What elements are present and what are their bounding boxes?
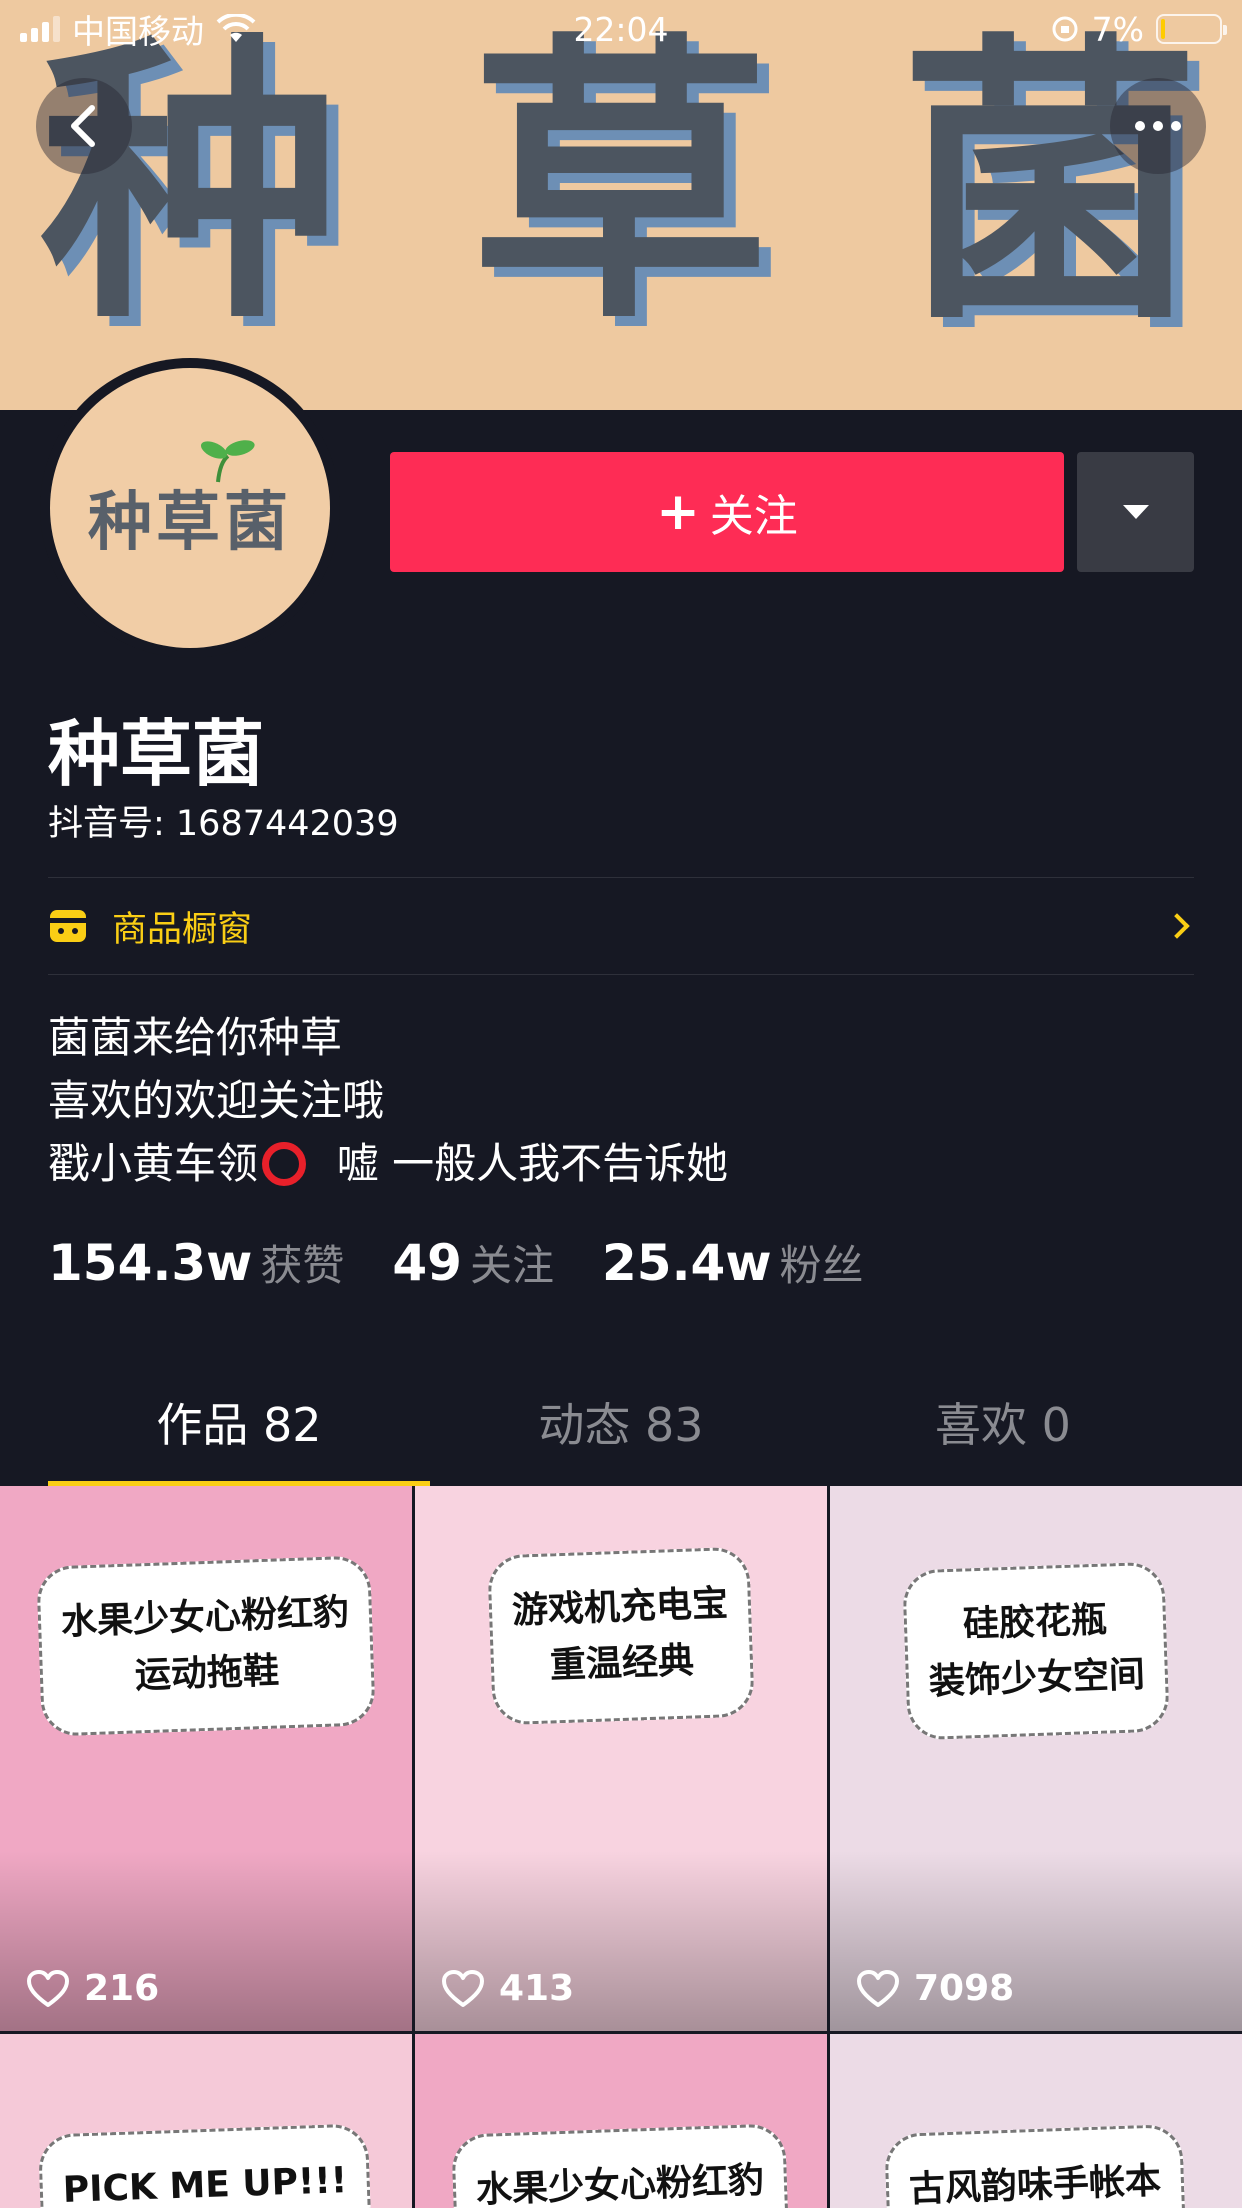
battery-percent: 7% bbox=[1091, 9, 1144, 49]
video-thumbnail[interactable]: PICK ME UP!!!森系帆布双肩包 bbox=[0, 2034, 412, 2208]
caption-line: 运动拖鞋 bbox=[134, 1650, 280, 1697]
caption-line: 装饰少女空间 bbox=[928, 1654, 1146, 1703]
orientation-lock-icon bbox=[1052, 16, 1078, 42]
back-button[interactable] bbox=[36, 78, 132, 174]
follow-label: 关注 bbox=[709, 491, 798, 542]
caption-line: 重温经典 bbox=[549, 1640, 695, 1687]
battery-level bbox=[1161, 19, 1166, 39]
wifi-icon bbox=[216, 14, 256, 42]
video-likes: 413 bbox=[415, 1851, 827, 2031]
signal-icon bbox=[20, 16, 60, 42]
sprout-icon bbox=[200, 440, 255, 483]
status-bar: 中国移动 22:04 7% bbox=[0, 0, 1242, 58]
video-caption: PICK ME UP!!!森系帆布双肩包 bbox=[37, 2123, 375, 2208]
profile-page: 种 草 菌 中国移动 22:04 7% 种草菌 + 关注 种草菌 抖音号: 16… bbox=[0, 0, 1242, 2208]
profile-banner: 种 草 菌 bbox=[0, 0, 1242, 410]
video-grid: 水果少女心粉红豹 运动拖鞋 216 游戏机充电宝 重温经典 413 硅胶花瓶 装饰少女空间 70… bbox=[0, 1486, 1242, 2208]
douyin-id: 抖音号: 1687442039 bbox=[48, 804, 399, 844]
avatar-text: 种草菌 bbox=[88, 486, 292, 560]
stat-label: 关注 bbox=[469, 1241, 554, 1290]
divider bbox=[48, 974, 1194, 975]
video-thumbnail[interactable]: 水果少女心粉红豹运动拖鞋 216 bbox=[0, 1486, 412, 2031]
avatar[interactable]: 种草菌 bbox=[40, 358, 340, 658]
stat-followers[interactable]: 25.4w 粉丝 bbox=[602, 1232, 864, 1293]
shop-icon bbox=[50, 910, 86, 942]
video-thumbnail[interactable]: 古风韵味手帐本记录生活点滴 bbox=[830, 2034, 1242, 2208]
video-thumbnail[interactable]: 游戏机充电宝 重温经典 413 bbox=[415, 1486, 827, 2031]
caption-line: 水果少女心粉红豹 bbox=[60, 1592, 350, 1644]
tab-likes[interactable]: 喜欢 0 bbox=[812, 1382, 1194, 1486]
caption-line: 古风韵味手帐本 bbox=[908, 2160, 1162, 2208]
chevron-right-icon bbox=[1164, 913, 1190, 939]
caption-line: PICK ME UP!!! bbox=[62, 2160, 348, 2208]
caret-down-icon bbox=[1122, 505, 1149, 519]
profile-stats: 154.3w 获赞 49 关注 25.4w 粉丝 bbox=[48, 1232, 864, 1293]
bio-text: 嘘 一般人我不告诉她 bbox=[336, 1139, 729, 1188]
stat-following[interactable]: 49 关注 bbox=[392, 1232, 554, 1293]
recommend-dropdown-button[interactable] bbox=[1077, 452, 1194, 572]
carrier-label: 中国移动 bbox=[72, 12, 204, 51]
video-caption: 古风韵味手帐本记录生活点滴 bbox=[884, 2123, 1188, 2208]
profile-name: 种草菌 bbox=[48, 712, 265, 796]
like-count: 413 bbox=[499, 1968, 575, 2009]
banner-char: 种 bbox=[40, 10, 340, 359]
stat-value: 154.3w bbox=[48, 1234, 253, 1292]
bio-line: 戳小黄车领 嘘 一般人我不告诉她 bbox=[48, 1132, 728, 1195]
battery-icon bbox=[1156, 14, 1227, 44]
heart-icon bbox=[857, 1970, 899, 2007]
profile-tabs: 作品 82 动态 83 喜欢 0 bbox=[48, 1382, 1194, 1486]
video-thumbnail[interactable]: 水果少女心粉红豹运动拖鞋 bbox=[415, 2034, 827, 2208]
more-button[interactable] bbox=[1110, 78, 1206, 174]
heart-icon bbox=[27, 1970, 69, 2007]
stat-label: 粉丝 bbox=[779, 1241, 864, 1290]
shop-window-label: 商品橱窗 bbox=[112, 909, 253, 950]
profile-bio: 菌菌来给你种草 喜欢的欢迎关注哦 戳小黄车领 嘘 一般人我不告诉她 bbox=[48, 1006, 728, 1195]
tab-works[interactable]: 作品 82 bbox=[48, 1382, 430, 1486]
heart-icon bbox=[442, 1970, 484, 2007]
tab-moments[interactable]: 动态 83 bbox=[430, 1382, 812, 1486]
caption-line: 游戏机充电宝 bbox=[511, 1583, 729, 1632]
stat-value: 25.4w bbox=[601, 1234, 772, 1292]
video-likes: 216 bbox=[0, 1851, 412, 2031]
bio-line: 喜欢的欢迎关注哦 bbox=[48, 1076, 385, 1125]
caption-line: 硅胶花瓶 bbox=[962, 1599, 1108, 1646]
chevron-left-icon bbox=[71, 105, 95, 147]
banner-title: 种 草 菌 bbox=[40, 20, 1200, 350]
video-caption: 水果少女心粉红豹运动拖鞋 bbox=[451, 2123, 791, 2208]
caption-line: 水果少女心粉红豹 bbox=[475, 2160, 765, 2208]
video-caption: 水果少女心粉红豹运动拖鞋 bbox=[36, 1555, 376, 1737]
video-thumbnail[interactable]: 硅胶花瓶装饰少女空间 7098 bbox=[830, 1486, 1242, 2031]
like-count: 7098 bbox=[914, 1968, 1015, 2009]
more-dots-icon bbox=[1135, 121, 1181, 131]
plus-icon: + bbox=[656, 482, 700, 542]
stat-label: 获赞 bbox=[260, 1241, 345, 1290]
banner-char: 草 bbox=[470, 10, 770, 359]
bio-text: 戳小黄车领 bbox=[48, 1139, 259, 1188]
bio-line: 菌菌来给你种草 bbox=[48, 1013, 343, 1062]
stat-value: 49 bbox=[392, 1234, 462, 1292]
red-circle-emoji-icon bbox=[262, 1142, 307, 1186]
shop-window-link[interactable]: 商品橱窗 bbox=[48, 878, 1194, 974]
follow-button[interactable]: + 关注 bbox=[390, 452, 1064, 572]
video-caption: 游戏机充电宝 重温经典 bbox=[487, 1546, 755, 1726]
video-likes: 7098 bbox=[830, 1851, 1242, 2031]
like-count: 216 bbox=[84, 1968, 160, 2009]
video-caption: 硅胶花瓶装饰少女空间 bbox=[902, 1561, 1170, 1741]
stat-likes: 154.3w 获赞 bbox=[48, 1232, 344, 1293]
banner-char: 菌 bbox=[900, 10, 1200, 359]
